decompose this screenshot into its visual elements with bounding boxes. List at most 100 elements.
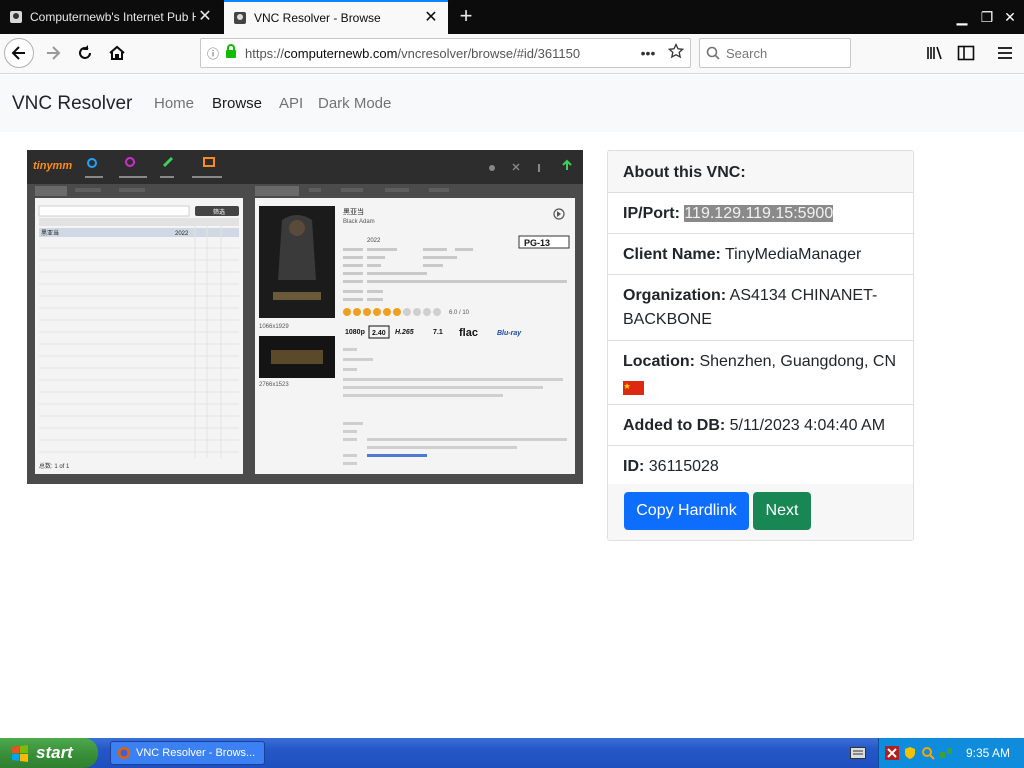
search-tray-icon[interactable] xyxy=(921,746,935,760)
sidebar-icon xyxy=(957,45,975,61)
copy-hardlink-button[interactable]: Copy Hardlink xyxy=(624,492,749,530)
filter-button: 筛选 xyxy=(213,208,225,216)
restore-icon[interactable]: ❐ xyxy=(977,6,997,28)
network-icon[interactable] xyxy=(939,746,953,760)
tab-title: Computernewb's Internet Pub Hub xyxy=(30,10,196,24)
codec-badge: 7.1 xyxy=(433,329,443,336)
bookmark-star-icon[interactable] xyxy=(662,42,690,64)
forward-arrow-icon xyxy=(47,46,61,60)
added-to-db-value: 5/11/2023 4:04:40 AM xyxy=(729,417,886,434)
search-input[interactable] xyxy=(726,45,836,61)
lock-icon[interactable] xyxy=(225,43,241,63)
tinymediamanager-window: tinymm 筛选 黑亚当 2022 总数: 1 of 1 1066x1929 … xyxy=(27,150,583,484)
sidebar-button[interactable] xyxy=(951,38,981,68)
security-shield-icon[interactable] xyxy=(903,746,917,760)
new-tab-icon[interactable]: + xyxy=(452,0,480,34)
card-title: About this VNC: xyxy=(608,151,913,193)
reload-button[interactable] xyxy=(70,38,100,68)
taskbar-item-label: VNC Resolver - Brows... xyxy=(136,747,256,759)
windows-logo-icon xyxy=(10,743,30,763)
site-info-icon[interactable]: ⓘ xyxy=(201,45,225,62)
browser-tab-strip: Computernewb's Internet Pub Hub ✕ VNC Re… xyxy=(0,0,1024,34)
close-tab-icon[interactable]: ✕ xyxy=(196,8,214,26)
ip-port-label: IP/Port: xyxy=(623,205,680,222)
close-tab-icon[interactable]: ✕ xyxy=(422,9,440,27)
site-favicon-icon xyxy=(232,10,248,26)
url-text[interactable]: https://computernewb.com/vncresolver/bro… xyxy=(241,46,634,61)
firefox-icon xyxy=(118,747,130,759)
vnc-tray-icon[interactable] xyxy=(885,746,899,760)
start-button[interactable]: start xyxy=(0,738,98,768)
home-icon xyxy=(109,45,125,60)
tab-vnc-resolver[interactable]: VNC Resolver - Browse ✕ xyxy=(224,0,448,34)
hamburger-menu-icon xyxy=(998,47,1012,59)
search-box[interactable] xyxy=(699,38,851,68)
url-host: computernewb.com xyxy=(284,45,398,61)
list-movie-title: 黑亚当 xyxy=(41,229,59,237)
site-brand[interactable]: VNC Resolver xyxy=(12,93,132,115)
site-navbar: VNC Resolver Home Browse API Dark Mode xyxy=(0,75,1024,132)
home-button[interactable] xyxy=(102,38,132,68)
organization-label: Organization: xyxy=(623,287,727,304)
detail-year: 2022 xyxy=(367,238,381,244)
search-icon xyxy=(706,46,720,60)
card-footer: Copy Hardlink Next xyxy=(608,484,913,540)
menu-button[interactable] xyxy=(990,38,1020,68)
close-window-icon[interactable]: ✕ xyxy=(1000,6,1020,28)
start-label: start xyxy=(36,743,73,762)
clock: 9:35 AM xyxy=(965,746,1010,760)
back-button[interactable] xyxy=(4,38,34,68)
codec-badge: 2.40 xyxy=(372,330,386,337)
nav-home[interactable]: Home xyxy=(154,95,194,112)
added-to-db-label: Added to DB: xyxy=(623,417,726,434)
codec-badge: 1080p xyxy=(345,329,365,336)
china-flag-icon xyxy=(623,379,898,395)
library-button[interactable] xyxy=(920,38,950,68)
client-name-label: Client Name: xyxy=(623,246,721,263)
taskbar-item-firefox[interactable]: VNC Resolver - Brows... xyxy=(110,741,265,765)
minimize-icon[interactable]: ▁ xyxy=(952,6,972,28)
client-name-row: Client Name: TinyMediaManager xyxy=(608,234,913,275)
id-label: ID: xyxy=(623,458,645,475)
nav-dark-mode[interactable]: Dark Mode xyxy=(318,95,391,112)
id-row: ID: 36115028 xyxy=(608,446,913,487)
nav-api[interactable]: API xyxy=(279,95,303,112)
id-value: 36115028 xyxy=(648,458,719,475)
library-icon xyxy=(927,46,942,60)
detail-title-en: Black Adam xyxy=(343,219,375,225)
site-favicon-icon xyxy=(8,9,24,25)
fanart-resolution: 1066x1929 xyxy=(259,324,289,330)
url-scheme: https:// xyxy=(245,45,285,61)
location-value: Shenzhen, Guangdong, CN xyxy=(699,353,897,370)
reload-icon xyxy=(79,45,91,59)
address-bar[interactable]: ⓘ https://computernewb.com/vncresolver/b… xyxy=(200,38,691,68)
next-button[interactable]: Next xyxy=(753,492,811,530)
forward-button[interactable] xyxy=(38,38,68,68)
client-name-value: TinyMediaManager xyxy=(724,246,862,263)
keyboard-icon[interactable] xyxy=(850,746,866,764)
location-label: Location: xyxy=(623,353,695,370)
list-movie-year: 2022 xyxy=(175,231,189,237)
codec-badge: H.265 xyxy=(395,329,414,336)
vnc-screenshot: tinymm 筛选 黑亚当 2022 总数: 1 of 1 1066x1929 … xyxy=(27,150,583,484)
banner-resolution: 2766x1523 xyxy=(259,382,289,388)
added-to-db-row: Added to DB: 5/11/2023 4:04:40 AM xyxy=(608,405,913,446)
system-tray: 9:35 AM xyxy=(878,738,1024,768)
codec-badge: flac xyxy=(459,327,478,339)
taskbar: start VNC Resolver - Brows... 9:35 AM xyxy=(0,738,1024,768)
ip-port-value[interactable]: 119.129.119.15:5900 xyxy=(684,205,834,222)
list-status: 总数: 1 of 1 xyxy=(39,462,70,470)
ip-port-row: IP/Port: 119.129.119.15:5900 xyxy=(608,193,913,234)
tmm-logo: tinymm xyxy=(33,160,72,172)
detail-title-cn: 黑亚当 xyxy=(343,207,364,216)
url-path: /vncresolver/browse/#id/361150 xyxy=(397,45,581,61)
page-actions-icon[interactable]: ••• xyxy=(634,45,662,61)
back-arrow-icon xyxy=(11,46,25,60)
codec-badge: Blu-ray xyxy=(497,330,522,337)
rating-text: 6.0 / 10 xyxy=(449,310,470,316)
certification-badge: PG-13 xyxy=(524,238,550,248)
nav-browse[interactable]: Browse xyxy=(212,95,262,112)
about-vnc-card: About this VNC: IP/Port: 119.129.119.15:… xyxy=(607,150,914,541)
tab-pub-hub[interactable]: Computernewb's Internet Pub Hub ✕ xyxy=(0,0,222,34)
location-row: Location: Shenzhen, Guangdong, CN xyxy=(608,341,913,405)
